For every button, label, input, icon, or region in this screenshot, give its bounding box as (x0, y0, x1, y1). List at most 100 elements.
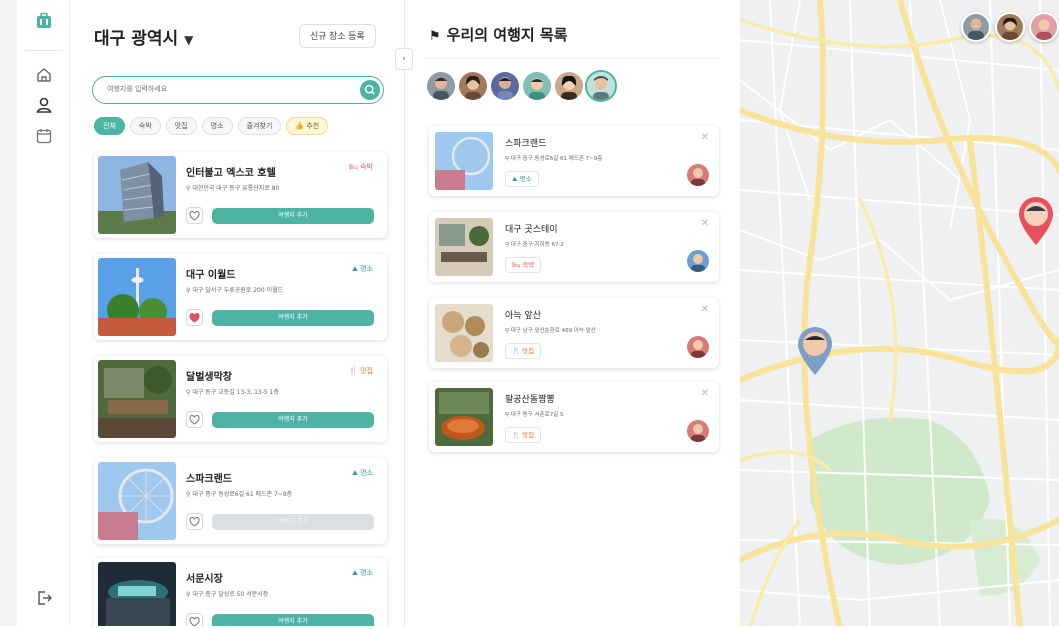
avatar[interactable] (961, 12, 991, 42)
place-address: ⚲ 대구 동구 교동길 13-3, 13-5 1층 (186, 389, 279, 396)
avatar[interactable] (995, 12, 1025, 42)
category-badge: ⛰ 명소 (352, 469, 373, 477)
place-photo (98, 360, 176, 438)
place-card[interactable]: 인터불고 엑스코 호텔 ⚲ 대한민국 대구 동구 유통단지로 80 🛏 숙박 여… (94, 152, 387, 238)
place-name: 스파크랜드 (505, 139, 547, 149)
place-name: 인터불고 엑스코 호텔 (186, 168, 276, 179)
rail-divider (25, 50, 62, 51)
itinerary-item[interactable]: 아늑 앞산 ⚲ 대구 남구 앞산순환로 469 아늑 앞산 🍴 맛집 ✕ (429, 298, 719, 368)
added-by-avatar (687, 420, 709, 442)
add-to-trip-button[interactable]: 여행지 추가 (212, 412, 374, 428)
chip-food[interactable]: 맛집 (165, 117, 197, 135)
chip-stay[interactable]: 숙박 (129, 117, 161, 135)
heart-outline-icon (189, 516, 200, 527)
place-card[interactable]: 달벌생막창 ⚲ 대구 동구 교동길 13-3, 13-5 1층 🍴 맛집 여행지… (94, 356, 387, 442)
bed-icon: 🛏 (512, 261, 523, 269)
place-photo (98, 562, 176, 629)
avatar[interactable] (1029, 12, 1059, 42)
search-input[interactable] (107, 85, 347, 93)
place-address: ⚲ 대구 중구 동성로6길 61 메드존 7~9층 (505, 156, 603, 162)
chip-all[interactable]: 전체 (94, 117, 125, 135)
add-to-trip-button-disabled[interactable]: 여행지 추가 (212, 514, 374, 530)
map-canvas[interactable] (740, 0, 1059, 629)
region-selector[interactable]: 대구 광역시 ▼ (94, 24, 193, 49)
favorite-button[interactable] (186, 309, 203, 326)
place-address: ⚲ 대구 중구 달성로 50 서문시장 (186, 591, 269, 598)
added-by-avatar (687, 336, 709, 358)
category-badge: ⛰ 명소 (352, 569, 373, 577)
search-icon (364, 84, 375, 95)
remove-icon[interactable]: ✕ (701, 388, 709, 399)
heart-outline-icon (189, 414, 200, 425)
place-address: ⚲ 대한민국 대구 동구 유통단지로 80 (186, 185, 280, 192)
place-name: 대구 이월드 (186, 270, 236, 281)
chevron-left-icon: ‹ (402, 54, 406, 64)
itinerary-item[interactable]: 대구 곳스테이 ⚲ 대구 중구 지하동 67-2 🛏 숙박 ✕ (429, 212, 719, 282)
remove-icon[interactable]: ✕ (701, 304, 709, 315)
add-to-trip-button[interactable]: 여행지 추가 (212, 208, 374, 224)
itinerary-panel: ⚑ 우리의 여행지 목록 스파크랜드 ⚲ 대구 중구 동성로6길 61 메드존 7… (405, 0, 740, 629)
collapse-panel-button[interactable]: ‹ (395, 48, 413, 70)
place-name: 대구 곳스테이 (505, 225, 558, 235)
place-address: ⚲ 대구 중구 지하동 67-2 (505, 242, 564, 248)
map-pin-blue[interactable] (796, 326, 834, 376)
logout-icon[interactable] (35, 589, 53, 607)
added-by-avatar (687, 250, 709, 272)
place-name: 서문시장 (186, 574, 223, 585)
place-name: 팔공산돌짬뽕 (505, 395, 555, 405)
itinerary-item[interactable]: 스파크랜드 ⚲ 대구 중구 동성로6길 61 메드존 7~9층 ⛰ 명소 ✕ (429, 126, 719, 196)
map-view[interactable] (740, 0, 1059, 629)
category-filters: 전체 숙박 맛집 명소 즐겨찾기 👍 추천 (94, 117, 329, 135)
add-to-trip-button[interactable]: 여행지 추가 (212, 310, 374, 326)
avatar[interactable] (459, 72, 487, 100)
divider (425, 58, 720, 59)
category-tag: 🍴 맛집 (505, 343, 542, 359)
place-photo (435, 218, 493, 276)
calendar-icon[interactable] (35, 127, 53, 145)
landmark-icon: ⛰ (352, 265, 361, 273)
place-photo (435, 388, 493, 446)
favorite-button[interactable] (186, 513, 203, 530)
avatar[interactable] (555, 72, 583, 100)
favorite-button[interactable] (186, 207, 203, 224)
chip-favorites[interactable]: 즐겨찾기 (237, 117, 282, 135)
place-card[interactable]: 스파크랜드 ⚲ 대구 중구 동성로6길 61 메드존 7~9층 ⛰ 명소 여행지… (94, 458, 387, 544)
fork-knife-icon: 🍴 (512, 431, 523, 439)
place-photo (98, 156, 176, 234)
place-card[interactable]: 대구 이월드 ⚲ 대구 달서구 두류공원로 200 이월드 ⛰ 명소 여행지 추… (94, 254, 387, 340)
fork-knife-icon: 🍴 (512, 347, 523, 355)
place-name: 달벌생막창 (186, 372, 232, 383)
remove-icon[interactable]: ✕ (701, 218, 709, 229)
avatar[interactable] (427, 72, 455, 100)
landmark-icon: ⛰ (512, 175, 520, 183)
search-button[interactable] (360, 80, 380, 100)
register-place-button[interactable]: 신규 장소 등록 (299, 24, 376, 48)
landmark-icon: ⛰ (352, 469, 361, 477)
category-badge: 🛏 숙박 (348, 163, 373, 171)
place-address: ⚲ 대구 남구 앞산순환로 469 아늑 앞산 (505, 328, 596, 334)
map-pin-red[interactable] (1017, 196, 1055, 246)
place-photo (435, 304, 493, 362)
favorite-button[interactable] (186, 411, 203, 428)
category-tag: 🛏 숙박 (505, 257, 542, 273)
places-panel: 대구 광역시 ▼ 신규 장소 등록 전체 숙박 맛집 명소 즐겨찾기 👍 추천 (70, 0, 405, 629)
avatar[interactable] (523, 72, 551, 100)
category-badge: ⛰ 명소 (352, 265, 373, 273)
fork-knife-icon: 🍴 (349, 367, 361, 375)
chip-sights[interactable]: 명소 (201, 117, 233, 135)
place-photo (98, 258, 176, 336)
remove-icon[interactable]: ✕ (701, 132, 709, 143)
itinerary-item[interactable]: 팔공산돌짬뽕 ⚲ 대구 동구 서촌로7길 5 🍴 맛집 ✕ (429, 382, 719, 452)
chip-recommend[interactable]: 👍 추천 (286, 117, 329, 135)
category-tag: 🍴 맛집 (505, 427, 542, 443)
member-avatars (427, 72, 615, 100)
suitcase-logo[interactable] (35, 12, 53, 30)
home-icon[interactable] (35, 66, 53, 84)
place-photo (98, 462, 176, 540)
chip-recommend-label: 추천 (306, 122, 320, 130)
heart-outline-icon (189, 210, 200, 221)
avatar-selected[interactable] (587, 72, 615, 100)
avatar[interactable] (491, 72, 519, 100)
place-card[interactable]: 서문시장 ⚲ 대구 중구 달성로 50 서문시장 ⛰ 명소 여행지 추가 (94, 558, 387, 629)
user-icon[interactable] (35, 96, 53, 114)
